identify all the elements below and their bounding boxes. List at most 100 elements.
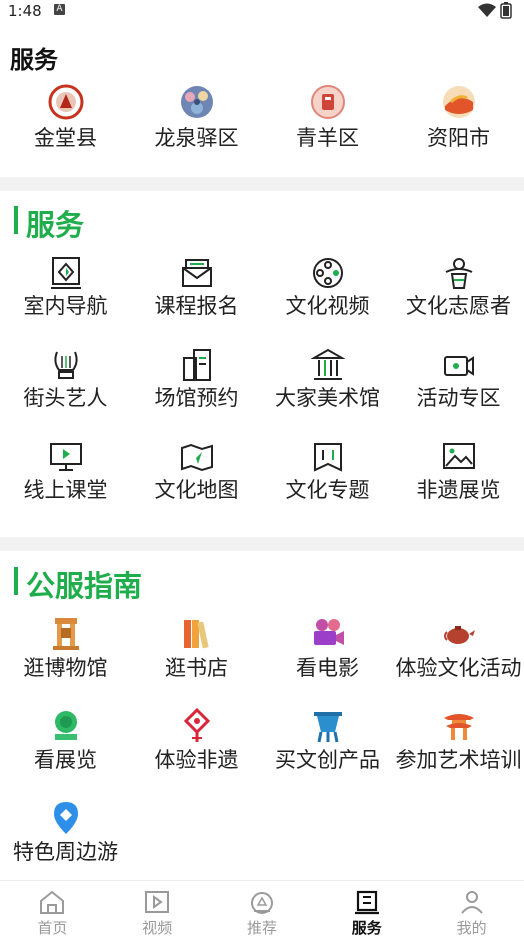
guide-item-local-tour[interactable]: 特色周边游 — [0, 800, 131, 866]
region-label: 青羊区 — [296, 126, 359, 150]
grid-item-label: 场馆预约 — [154, 386, 239, 410]
wifi-icon — [478, 3, 496, 17]
grid-item-label: 课程报名 — [154, 294, 239, 318]
tab-home[interactable]: 首页 — [0, 881, 105, 945]
guide-item-bookstore[interactable]: 逛书店 — [131, 616, 262, 682]
tab-service[interactable]: 服务 — [314, 881, 419, 945]
grid-item-venue-booking[interactable]: 场馆预约 — [131, 348, 262, 412]
grid-item-culture-video[interactable]: 文化视频 — [262, 256, 393, 320]
grid-item-label: 文化视频 — [285, 294, 370, 318]
guide-item-label: 体验非遗 — [154, 748, 239, 772]
guide-item-exhibition[interactable]: 看展览 — [0, 708, 131, 774]
section-title-services-2: 服务 — [26, 208, 85, 242]
guide-item-label: 体验文化活动 — [395, 656, 522, 680]
region-jintang[interactable]: 金堂县 — [0, 84, 131, 152]
grid-item-online-class[interactable]: 线上课堂 — [0, 440, 131, 504]
chinese-knot-icon — [183, 708, 210, 742]
indoor-navigation-icon — [50, 257, 81, 289]
grid-item-indoor-navigation[interactable]: 室内导航 — [0, 256, 131, 320]
grid-item-label: 室内导航 — [23, 294, 108, 318]
grid-item-label: 文化地图 — [154, 478, 239, 502]
grid-item-course-signup[interactable]: 课程报名 — [131, 256, 262, 320]
guide-item-label: 看电影 — [296, 656, 359, 680]
teapot-icon — [443, 626, 475, 644]
guide-item-label: 看展览 — [34, 748, 97, 772]
grid-item-heritage-exhibition[interactable]: 非遗展览 — [393, 440, 524, 504]
gallery-image-icon — [442, 443, 475, 469]
guide-item-culture-activity[interactable]: 体验文化活动 — [393, 616, 524, 682]
grid-item-label: 大家美术馆 — [275, 386, 380, 410]
guide-item-heritage[interactable]: 体验非遗 — [131, 708, 262, 774]
tab-label: 服务 — [351, 919, 382, 937]
section-divider — [0, 177, 524, 191]
tab-label: 视频 — [142, 919, 173, 937]
tab-label: 首页 — [37, 919, 68, 937]
service-icon — [354, 890, 379, 915]
tab-video[interactable]: 视频 — [105, 881, 210, 945]
map-icon — [180, 443, 213, 472]
film-reel-icon — [312, 258, 343, 288]
guide-item-museum[interactable]: 逛博物馆 — [0, 616, 131, 682]
grid-item-label: 活动专区 — [416, 386, 501, 410]
section-divider — [0, 537, 524, 551]
bronze-vessel-icon — [313, 712, 342, 743]
movie-camera-icon — [313, 619, 344, 645]
lyre-icon — [53, 351, 78, 379]
grid-item-label: 文化志愿者 — [406, 294, 511, 318]
region-ziyang[interactable]: 资阳市 — [393, 84, 524, 152]
books-icon — [183, 620, 209, 649]
tab-recommend[interactable]: 推荐 — [210, 881, 315, 945]
qingyang-logo-icon — [310, 85, 345, 119]
grid-item-label: 文化专题 — [285, 478, 370, 502]
online-class-icon — [49, 443, 82, 471]
volunteer-icon — [445, 258, 472, 289]
pavilion-icon — [443, 714, 474, 740]
guide-item-label: 特色周边游 — [13, 840, 118, 864]
guide-item-movie[interactable]: 看电影 — [262, 616, 393, 682]
exhibition-icon — [54, 711, 77, 740]
grid-item-activity-zone[interactable]: 活动专区 — [393, 348, 524, 412]
region-label: 资阳市 — [427, 126, 490, 150]
grid-item-culture-map[interactable]: 文化地图 — [131, 440, 262, 504]
grid-item-label: 非遗展览 — [416, 478, 501, 502]
grid-item-culture-topic[interactable]: 文化专题 — [262, 440, 393, 504]
region-label: 龙泉驿区 — [154, 126, 239, 150]
profile-icon — [460, 891, 483, 914]
region-qingyang[interactable]: 青羊区 — [262, 84, 393, 152]
region-longquanyi[interactable]: 龙泉驿区 — [131, 84, 262, 152]
ziyang-logo-icon — [442, 86, 475, 118]
grid-item-art-museum[interactable]: 大家美术馆 — [262, 348, 393, 412]
grid-item-label: 街头艺人 — [23, 386, 108, 410]
recommend-icon — [250, 892, 273, 914]
venue-booking-icon — [182, 349, 211, 381]
guide-item-label: 参加艺术培训 — [395, 748, 522, 772]
guide-item-art-training[interactable]: 参加艺术培训 — [393, 708, 524, 774]
section-title-public-guide: 公服指南 — [26, 569, 143, 603]
notification-a-icon: A — [54, 4, 65, 15]
guide-item-label: 逛书店 — [165, 656, 228, 680]
course-signup-icon — [181, 259, 212, 287]
museum-icon — [310, 348, 345, 380]
grid-item-street-artist[interactable]: 街头艺人 — [0, 348, 131, 412]
section-accent-bar — [14, 206, 18, 234]
grid-item-culture-volunteer[interactable]: 文化志愿者 — [393, 256, 524, 320]
status-bar: 1:48 A — [0, 0, 524, 22]
museum-gate-icon — [52, 618, 79, 650]
tab-label: 推荐 — [246, 919, 277, 937]
guide-item-cultural-products[interactable]: 买文创产品 — [262, 708, 393, 774]
guide-item-label: 逛博物馆 — [23, 656, 108, 680]
tab-profile[interactable]: 我的 — [419, 881, 524, 945]
tab-label: 我的 — [456, 919, 487, 937]
location-pin-icon — [53, 802, 78, 834]
home-icon — [40, 890, 65, 914]
bottom-tab-bar: 首页 视频 推荐 服务 我的 — [0, 880, 524, 945]
section-accent-bar — [14, 567, 18, 595]
topic-icon — [313, 443, 342, 472]
video-camera-icon — [443, 356, 474, 376]
grid-item-label: 线上课堂 — [23, 478, 108, 502]
status-time: 1:48 — [8, 2, 42, 20]
video-icon — [145, 891, 170, 913]
section-title-services: 服务 — [10, 46, 58, 74]
longquanyi-logo-icon — [180, 86, 213, 118]
jintang-logo-icon — [48, 84, 83, 120]
